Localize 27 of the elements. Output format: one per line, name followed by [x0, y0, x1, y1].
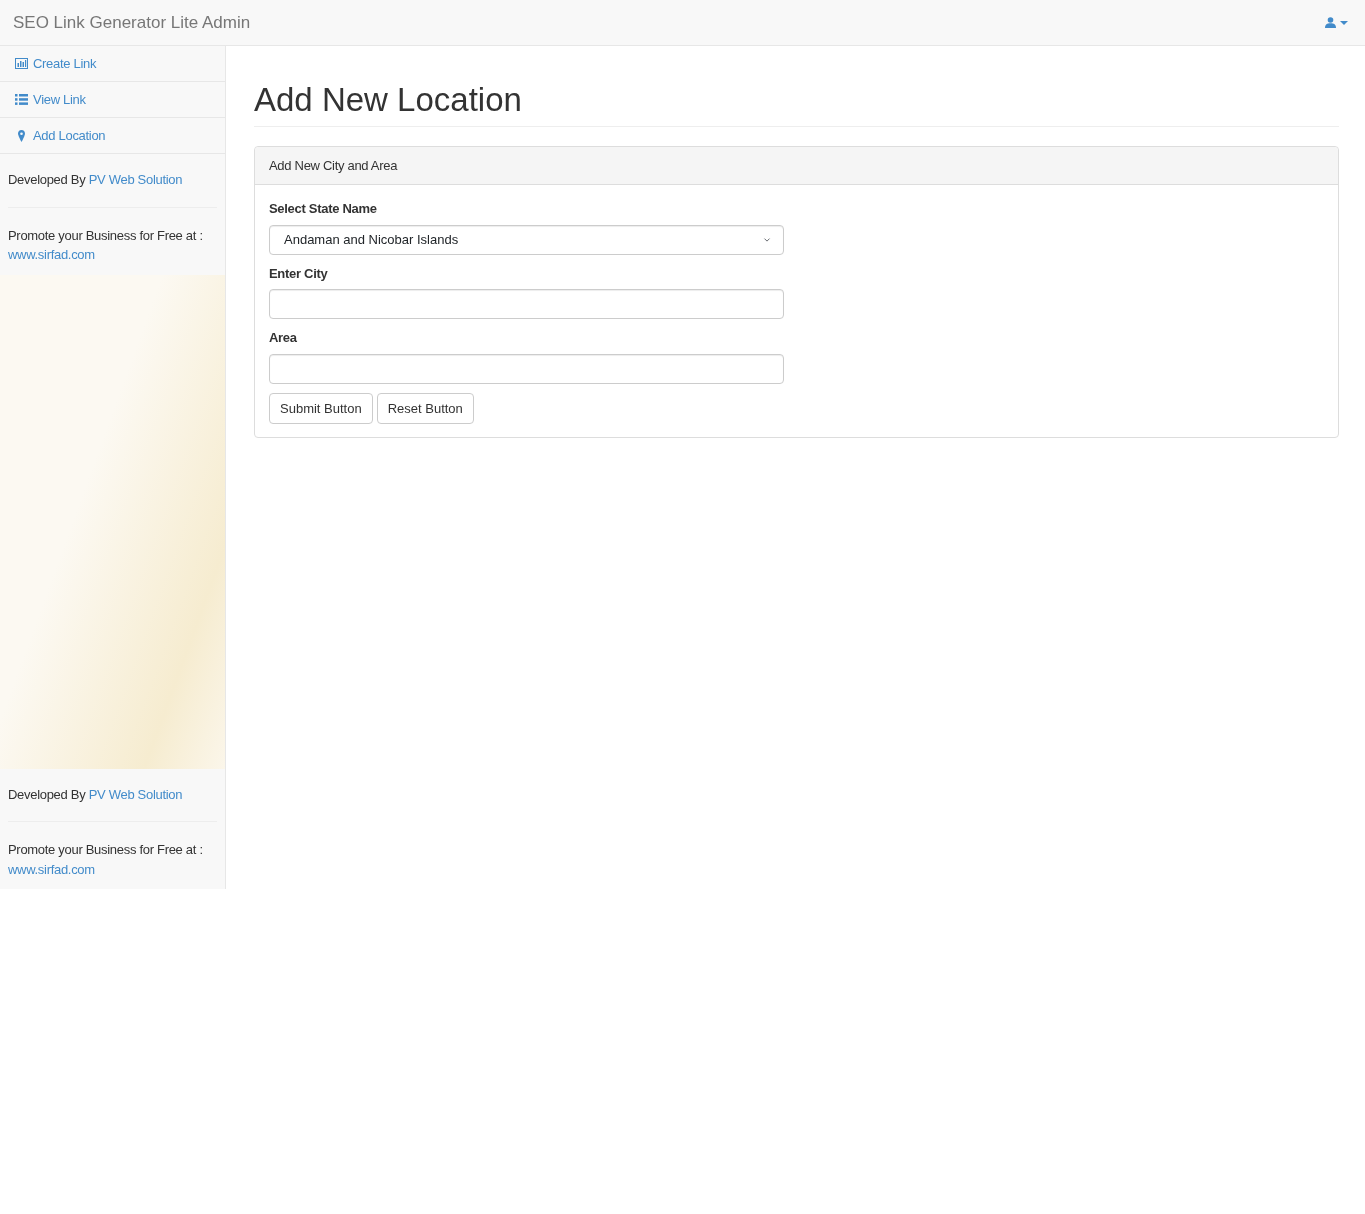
sidebar-link[interactable]: Add Location [0, 118, 225, 154]
promotion-text: Promote your Business for Free at : www.sirfad.com [8, 841, 204, 879]
text-field[interactable] [269, 289, 784, 320]
panel-heading: Add New City and Area [255, 146, 1338, 186]
list-icon [15, 94, 28, 105]
developer-credit: Developed By PV Web Solution [8, 785, 184, 804]
form-button[interactable]: Submit Button [269, 392, 373, 425]
form-button[interactable]: Reset Button [376, 392, 474, 425]
developer-credit: Developed By PV Web Solution [8, 171, 184, 189]
promotion-link[interactable]: www.sirfad.com [8, 247, 95, 262]
user-icon [1325, 17, 1336, 28]
field-label: Enter City [269, 264, 328, 283]
brand-title[interactable]: SEO Link Generator Lite Admin [13, 9, 251, 36]
map-pin-icon [15, 129, 28, 142]
promotion-text: Promote your Business for Free at : www.sirfad.com [8, 226, 204, 264]
developer-link[interactable]: PV Web Solution [88, 172, 183, 187]
text-field[interactable] [269, 353, 784, 384]
caret-icon [1340, 20, 1348, 25]
promotion-link[interactable]: www.sirfad.com [8, 861, 95, 877]
state-dropdown[interactable]: Andaman and Nicobar Islands [269, 224, 784, 255]
sidebar-link[interactable]: View Link [0, 82, 225, 118]
page-title: Add New Location [254, 80, 1339, 127]
bar-chart-icon [15, 58, 28, 69]
field-label: Select State Name [269, 200, 377, 219]
field-label: Area [269, 329, 297, 348]
sidebar-link[interactable]: Create Link [0, 46, 225, 82]
developer-link[interactable]: PV Web Solution [88, 786, 183, 802]
